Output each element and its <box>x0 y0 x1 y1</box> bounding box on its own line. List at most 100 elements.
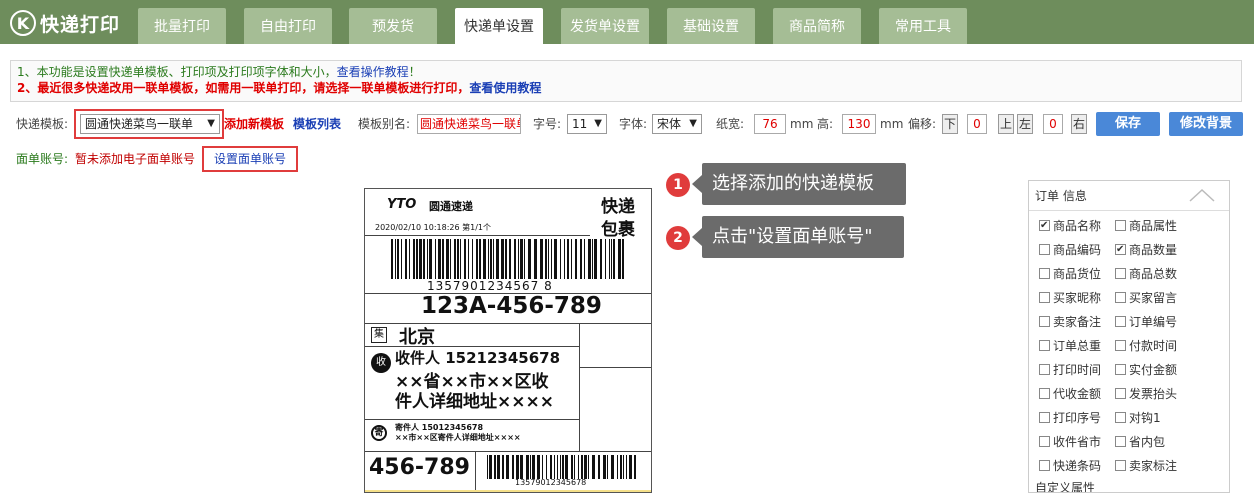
dest-tag: 集 <box>371 327 387 343</box>
paper-width-input[interactable]: 76 <box>754 114 786 134</box>
template-list-link[interactable]: 模板列表 <box>293 112 341 136</box>
checkbox-icon[interactable] <box>1115 412 1126 423</box>
barcode-bar <box>580 239 582 279</box>
tab-product-alias[interactable]: 商品简称 <box>773 8 861 44</box>
checkbox-icon[interactable] <box>1115 220 1126 231</box>
tab-free-print[interactable]: 自由打印 <box>244 8 332 44</box>
font-size-select[interactable]: 11 ▼ <box>567 114 607 134</box>
barcode-bar <box>520 455 523 479</box>
barcode-bar <box>613 239 615 279</box>
checkbox-icon[interactable] <box>1039 316 1050 327</box>
barcode-bar <box>618 239 621 279</box>
offset-left-button[interactable]: 左 <box>1017 114 1033 134</box>
font-family-select[interactable]: 宋体 ▼ <box>652 114 702 134</box>
offset-horizontal-input[interactable]: 0 <box>1043 114 1063 134</box>
checkbox-item[interactable]: 买家留言 <box>1115 289 1177 307</box>
barcode-bar <box>423 239 425 279</box>
barcode-bar <box>600 239 602 279</box>
brand-name-cn: 圆通速递 <box>429 200 473 213</box>
bottom-barcode-number: 13579012345678 <box>515 478 587 487</box>
checkbox-icon[interactable] <box>1039 388 1050 399</box>
checkbox-icon[interactable] <box>1115 388 1126 399</box>
checkbox-item[interactable]: 发票抬头 <box>1115 385 1177 403</box>
app-logo[interactable]: K 快递打印 <box>10 9 120 37</box>
tab-invoice-settings[interactable]: 发货单设置 <box>561 8 649 44</box>
divider-line <box>365 419 579 420</box>
alias-input[interactable]: 圆通快递菜鸟一联单 <box>417 114 521 134</box>
checkbox-item[interactable]: 订单总重 <box>1039 337 1101 355</box>
usage-tutorial-link[interactable]: 查看使用教程 <box>469 81 541 95</box>
barcode-bar <box>594 239 597 279</box>
paper-height-input[interactable]: 130 <box>842 114 876 134</box>
font-size-label: 字号: <box>533 117 562 131</box>
barcode-bar <box>419 239 422 279</box>
tab-pre-ship[interactable]: 预发货 <box>349 8 437 44</box>
change-background-button[interactable]: 修改背景 <box>1169 112 1243 136</box>
checkbox-icon[interactable] <box>1039 268 1050 279</box>
checkbox-item[interactable]: 实付金额 <box>1115 361 1177 379</box>
dropdown-arrow-icon: ▼ <box>207 118 215 129</box>
checkbox-item[interactable]: 收件省市 <box>1039 433 1101 451</box>
offset-down-button[interactable]: 下 <box>942 114 958 134</box>
checkbox-icon[interactable] <box>1115 316 1126 327</box>
template-select[interactable]: 圆通快递菜鸟一联单 ▼ <box>80 114 220 134</box>
barcode-bar <box>567 239 569 279</box>
barcode-bar <box>623 455 624 479</box>
barcode-bar <box>560 455 561 479</box>
barcode-bar <box>578 455 579 479</box>
tab-basic-settings[interactable]: 基础设置 <box>667 8 755 44</box>
dropdown-arrow-icon: ▼ <box>594 118 602 129</box>
checkbox-item[interactable]: 商品编码 <box>1039 241 1101 259</box>
save-button[interactable]: 保存 <box>1096 112 1160 136</box>
checkbox-item[interactable]: 商品属性 <box>1115 217 1177 235</box>
checkbox-label: 买家昵称 <box>1053 291 1102 305</box>
checkbox-item[interactable]: 商品总数 <box>1115 265 1177 283</box>
checkbox-item[interactable]: 卖家标注 <box>1115 457 1177 475</box>
barcode-bar <box>557 455 558 479</box>
barcode-bar <box>626 455 627 479</box>
checkbox-item[interactable]: 代收金额 <box>1039 385 1101 403</box>
panel-header[interactable]: 订单 信息 <box>1029 181 1229 211</box>
checkbox-item[interactable]: 快递条码 <box>1039 457 1101 475</box>
checkbox-icon[interactable] <box>1039 340 1050 351</box>
checkbox-item[interactable]: 商品名称 <box>1039 217 1101 235</box>
checkbox-icon[interactable] <box>1039 436 1050 447</box>
tab-express-settings[interactable]: 快递单设置 <box>455 8 543 44</box>
checkbox-label: 打印序号 <box>1053 411 1102 425</box>
tab-batch-print[interactable]: 批量打印 <box>138 8 226 44</box>
checkbox-icon[interactable] <box>1115 340 1126 351</box>
checkbox-icon[interactable] <box>1039 460 1050 471</box>
set-account-button[interactable]: 设置面单账号 <box>202 146 298 172</box>
checkbox-icon[interactable] <box>1115 292 1126 303</box>
checkbox-item[interactable]: 付款时间 <box>1115 337 1177 355</box>
checkbox-icon[interactable] <box>1039 292 1050 303</box>
checkbox-item[interactable]: 商品货位 <box>1039 265 1101 283</box>
offset-right-button[interactable]: 右 <box>1071 114 1087 134</box>
checkbox-icon[interactable] <box>1039 217 1050 235</box>
checkbox-item[interactable]: 订单编号 <box>1115 313 1177 331</box>
checkbox-icon[interactable] <box>1039 364 1050 375</box>
tab-tools[interactable]: 常用工具 <box>879 8 967 44</box>
barcode-bar <box>520 239 523 279</box>
add-template-link[interactable]: 添加新模板 <box>224 112 284 136</box>
checkbox-icon[interactable] <box>1115 436 1126 447</box>
barcode-bar <box>518 239 519 279</box>
checkbox-item[interactable]: 买家昵称 <box>1039 289 1101 307</box>
checkbox-icon[interactable] <box>1115 268 1126 279</box>
checkbox-item[interactable]: 省内包 <box>1115 433 1165 451</box>
offset-vertical-input[interactable]: 0 <box>967 114 987 134</box>
checkbox-item[interactable]: 商品数量 <box>1115 241 1177 259</box>
checkbox-icon[interactable] <box>1115 460 1126 471</box>
checkbox-icon[interactable] <box>1039 412 1050 423</box>
offset-up-button[interactable]: 上 <box>998 114 1014 134</box>
checkbox-icon[interactable] <box>1039 244 1050 255</box>
checkbox-icon[interactable] <box>1115 241 1126 259</box>
chevron-up-icon[interactable] <box>1189 188 1215 202</box>
tutorial-link[interactable]: 查看操作教程 <box>337 65 409 79</box>
checkbox-item[interactable]: 打印时间 <box>1039 361 1101 379</box>
barcode-bar <box>560 239 561 279</box>
checkbox-item[interactable]: 打印序号 <box>1039 409 1101 427</box>
checkbox-item[interactable]: 对钩1 <box>1115 409 1161 427</box>
checkbox-item[interactable]: 卖家备注 <box>1039 313 1101 331</box>
checkbox-icon[interactable] <box>1115 364 1126 375</box>
